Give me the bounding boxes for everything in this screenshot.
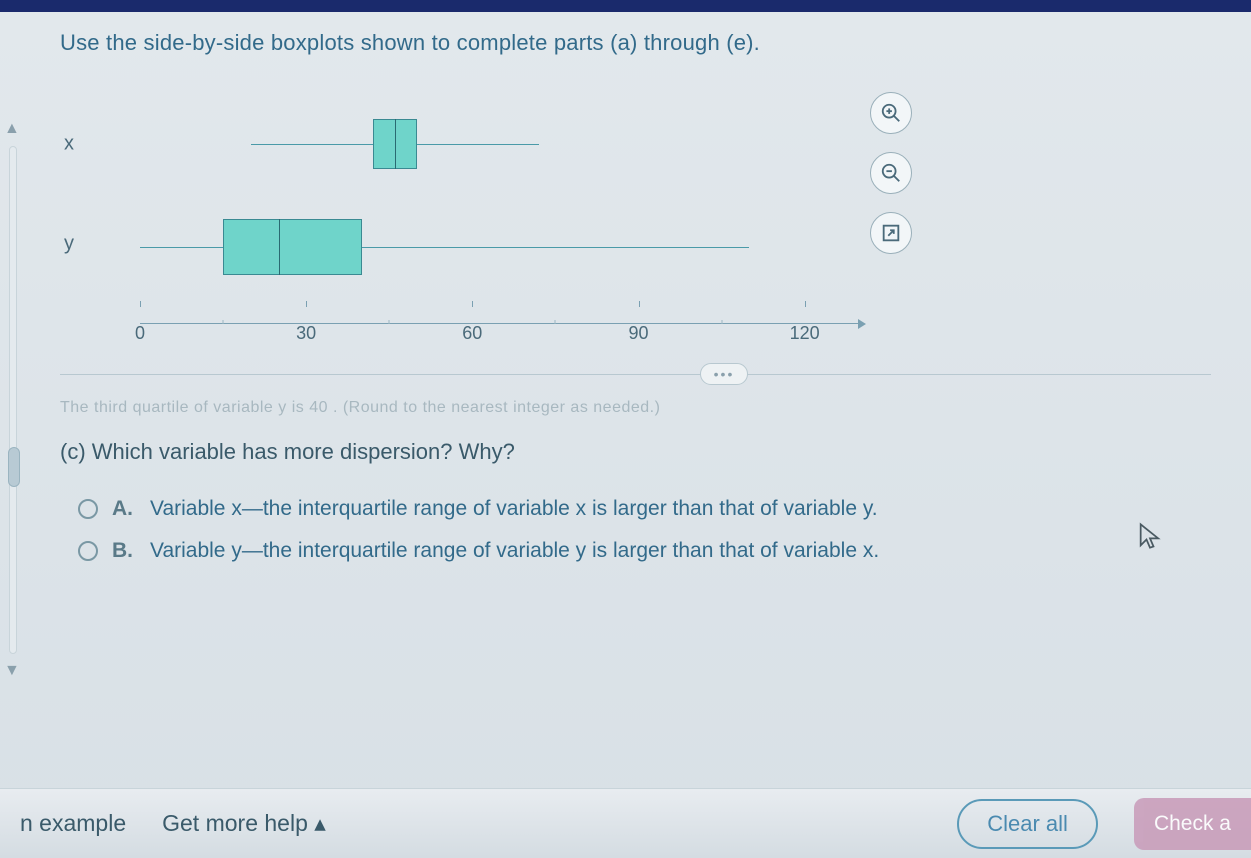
axis-tick: 60 <box>452 323 492 344</box>
x-axis <box>140 323 860 324</box>
page-root: ▲ ▼ Use the side-by-side boxplots shown … <box>0 0 1251 858</box>
expand-ellipsis-button[interactable]: ••• <box>700 363 748 385</box>
bottom-toolbar: n example Get more help ▴ Clear all Chec… <box>0 788 1251 858</box>
minor-tick <box>555 320 556 324</box>
get-more-help-link[interactable]: Get more help ▴ <box>162 810 326 837</box>
radio-b[interactable] <box>78 541 98 561</box>
option-text: Variable x—the interquartile range of va… <box>150 497 878 521</box>
option-a: A. Variable x—the interquartile range of… <box>78 497 1211 521</box>
clear-all-button[interactable]: Clear all <box>957 799 1098 849</box>
plot-area: 0 30 60 90 120 <box>140 84 860 344</box>
option-letter: B. <box>112 539 136 563</box>
median-y <box>279 219 281 275</box>
example-link[interactable]: n example <box>20 810 126 837</box>
question-c-text: (c) Which variable has more dispersion? … <box>60 439 1211 465</box>
answer-options: A. Variable x—the interquartile range of… <box>78 497 1211 563</box>
box-y <box>223 219 362 275</box>
window-titlebar <box>0 0 1251 12</box>
check-answer-button[interactable]: Check a <box>1134 798 1251 850</box>
section-divider <box>60 374 1211 375</box>
zoom-out-button[interactable] <box>870 152 912 194</box>
minor-tick <box>223 320 224 324</box>
help-label: Get more help <box>162 810 308 836</box>
popout-icon <box>880 222 902 244</box>
option-b: B. Variable y—the interquartile range of… <box>78 539 1211 563</box>
chevron-up-icon: ▴ <box>314 810 326 836</box>
zoom-in-button[interactable] <box>870 92 912 134</box>
zoom-in-icon <box>880 102 902 124</box>
category-label-y: y <box>64 233 74 256</box>
zoom-out-icon <box>880 162 902 184</box>
minor-tick <box>389 320 390 324</box>
boxplot-chart: x y <box>100 84 870 344</box>
median-x <box>395 119 397 169</box>
option-letter: A. <box>112 497 136 521</box>
radio-a[interactable] <box>78 499 98 519</box>
minor-tick <box>721 320 722 324</box>
previous-answer-text: The third quartile of variable y is 40 .… <box>60 399 1211 417</box>
category-label-x: x <box>64 133 74 156</box>
axis-tick: 0 <box>120 323 160 344</box>
figure-tool-column <box>870 92 912 254</box>
option-text: Variable y—the interquartile range of va… <box>150 539 879 563</box>
axis-tick: 120 <box>785 323 825 344</box>
popout-button[interactable] <box>870 212 912 254</box>
question-prompt: Use the side-by-side boxplots shown to c… <box>60 30 1211 56</box>
axis-tick: 30 <box>286 323 326 344</box>
axis-tick: 90 <box>619 323 659 344</box>
cursor-icon <box>1136 522 1164 550</box>
question-content: Use the side-by-side boxplots shown to c… <box>0 12 1251 858</box>
